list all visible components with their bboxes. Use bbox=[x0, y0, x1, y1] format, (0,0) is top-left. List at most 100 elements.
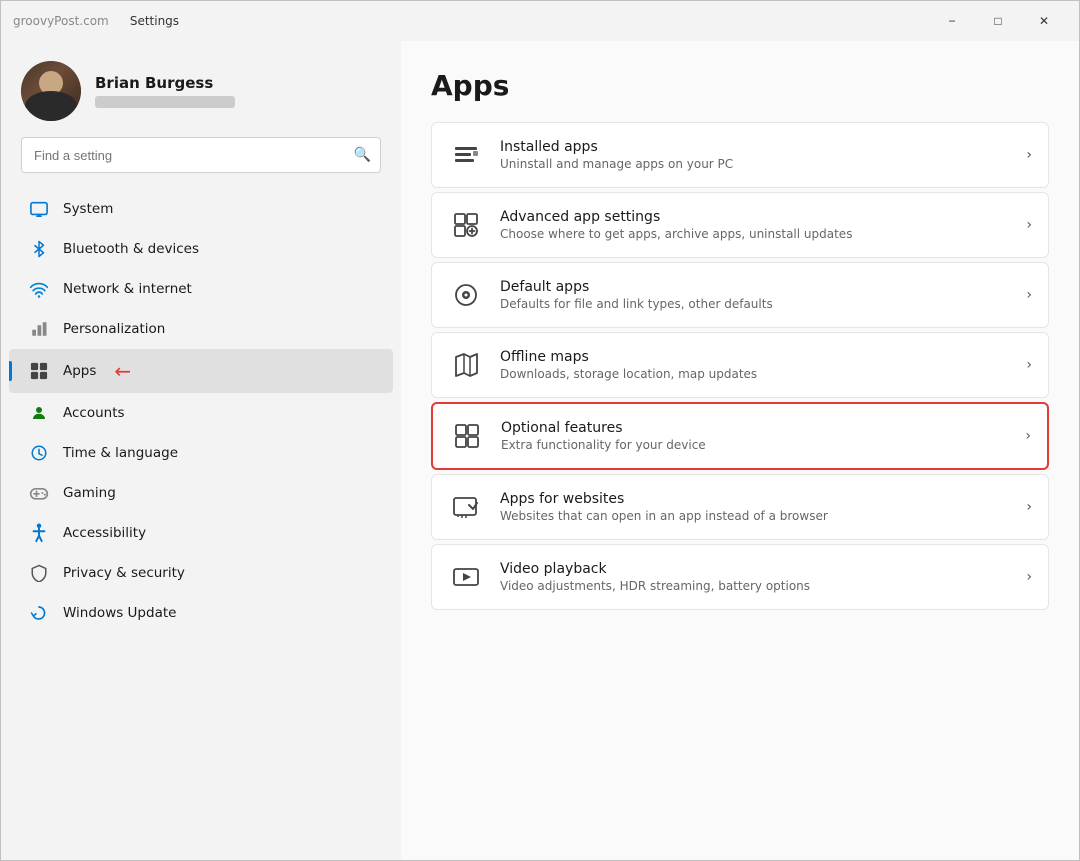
sidebar-item-accounts[interactable]: Accounts bbox=[9, 393, 393, 433]
installed-apps-item[interactable]: Installed apps Uninstall and manage apps… bbox=[431, 122, 1049, 188]
sidebar-item-windowsupdate-label: Windows Update bbox=[63, 605, 176, 621]
network-icon bbox=[29, 279, 49, 299]
window: groovyPost.com Settings − □ ✕ Brian Burg… bbox=[0, 0, 1080, 861]
user-name: Brian Burgess bbox=[95, 74, 235, 92]
advanced-app-settings-icon bbox=[448, 207, 484, 243]
installed-apps-desc: Uninstall and manage apps on your PC bbox=[500, 157, 1010, 171]
offline-maps-text: Offline maps Downloads, storage location… bbox=[500, 349, 1010, 381]
user-email bbox=[95, 96, 235, 108]
sidebar-item-accessibility-label: Accessibility bbox=[63, 525, 146, 541]
page-title: Apps bbox=[431, 69, 1049, 102]
search-input[interactable] bbox=[21, 137, 381, 173]
video-playback-desc: Video adjustments, HDR streaming, batter… bbox=[500, 579, 1010, 593]
titlebar: groovyPost.com Settings − □ ✕ bbox=[1, 1, 1079, 41]
content: Brian Burgess 🔍 bbox=[1, 41, 1079, 860]
watermark-text: groovyPost.com bbox=[13, 14, 109, 28]
default-apps-title: Default apps bbox=[500, 279, 1010, 295]
apps-for-websites-item[interactable]: Apps for websites Websites that can open… bbox=[431, 474, 1049, 540]
accessibility-icon bbox=[29, 523, 49, 543]
offline-maps-chevron: › bbox=[1026, 357, 1032, 373]
sidebar-item-time[interactable]: Time & language bbox=[9, 433, 393, 473]
installed-apps-icon bbox=[448, 137, 484, 173]
bluetooth-icon bbox=[29, 239, 49, 259]
video-playback-chevron: › bbox=[1026, 569, 1032, 585]
titlebar-left: groovyPost.com Settings bbox=[13, 12, 179, 31]
windowsupdate-icon bbox=[29, 603, 49, 623]
sidebar-item-accounts-label: Accounts bbox=[63, 405, 125, 421]
search-icon: 🔍 bbox=[354, 147, 371, 163]
video-playback-title: Video playback bbox=[500, 561, 1010, 577]
personalization-icon bbox=[29, 319, 49, 339]
default-apps-item[interactable]: Default apps Defaults for file and link … bbox=[431, 262, 1049, 328]
sidebar-item-apps-label: Apps bbox=[63, 363, 96, 379]
offline-maps-item[interactable]: Offline maps Downloads, storage location… bbox=[431, 332, 1049, 398]
privacy-icon bbox=[29, 563, 49, 583]
window-title: Settings bbox=[130, 14, 179, 28]
sidebar-item-system[interactable]: System bbox=[9, 189, 393, 229]
installed-apps-text: Installed apps Uninstall and manage apps… bbox=[500, 139, 1010, 171]
sidebar-item-privacy[interactable]: Privacy & security bbox=[9, 553, 393, 593]
apps-for-websites-chevron: › bbox=[1026, 499, 1032, 515]
maximize-button[interactable]: □ bbox=[975, 5, 1021, 37]
apps-for-websites-icon bbox=[448, 489, 484, 525]
sidebar-item-windowsupdate[interactable]: Windows Update bbox=[9, 593, 393, 633]
installed-apps-chevron: › bbox=[1026, 147, 1032, 163]
sidebar-item-bluetooth-label: Bluetooth & devices bbox=[63, 241, 199, 257]
avatar-image bbox=[21, 61, 81, 121]
optional-features-icon bbox=[449, 418, 485, 454]
sidebar-item-accessibility[interactable]: Accessibility bbox=[9, 513, 393, 553]
search-box: 🔍 bbox=[21, 137, 381, 173]
minimize-button[interactable]: − bbox=[929, 5, 975, 37]
system-icon bbox=[29, 199, 49, 219]
sidebar-item-time-label: Time & language bbox=[63, 445, 178, 461]
video-playback-icon bbox=[448, 559, 484, 595]
default-apps-desc: Defaults for file and link types, other … bbox=[500, 297, 1010, 311]
time-icon bbox=[29, 443, 49, 463]
sidebar: Brian Burgess 🔍 bbox=[1, 41, 401, 860]
optional-features-text: Optional features Extra functionality fo… bbox=[501, 420, 1009, 452]
sidebar-item-personalization-label: Personalization bbox=[63, 321, 165, 337]
sidebar-item-system-label: System bbox=[63, 201, 113, 217]
default-apps-chevron: › bbox=[1026, 287, 1032, 303]
advanced-app-settings-title: Advanced app settings bbox=[500, 209, 1010, 225]
offline-maps-icon bbox=[448, 347, 484, 383]
gaming-icon bbox=[29, 483, 49, 503]
default-apps-text: Default apps Defaults for file and link … bbox=[500, 279, 1010, 311]
avatar bbox=[21, 61, 81, 121]
optional-features-item[interactable]: Optional features Extra functionality fo… bbox=[431, 402, 1049, 470]
installed-apps-title: Installed apps bbox=[500, 139, 1010, 155]
advanced-app-settings-item[interactable]: Advanced app settings Choose where to ge… bbox=[431, 192, 1049, 258]
user-section: Brian Burgess bbox=[1, 41, 401, 137]
video-playback-text: Video playback Video adjustments, HDR st… bbox=[500, 561, 1010, 593]
sidebar-item-gaming-label: Gaming bbox=[63, 485, 116, 501]
optional-features-chevron: › bbox=[1025, 428, 1031, 444]
sidebar-item-personalization[interactable]: Personalization bbox=[9, 309, 393, 349]
main-content: Apps Installed apps Uninstall bbox=[401, 41, 1079, 860]
close-button[interactable]: ✕ bbox=[1021, 5, 1067, 37]
default-apps-icon bbox=[448, 277, 484, 313]
sidebar-item-privacy-label: Privacy & security bbox=[63, 565, 185, 581]
apps-arrow-indicator: ← bbox=[114, 359, 131, 383]
accounts-icon bbox=[29, 403, 49, 423]
apps-for-websites-desc: Websites that can open in an app instead… bbox=[500, 509, 1010, 523]
advanced-app-settings-desc: Choose where to get apps, archive apps, … bbox=[500, 227, 1010, 241]
apps-for-websites-text: Apps for websites Websites that can open… bbox=[500, 491, 1010, 523]
apps-for-websites-title: Apps for websites bbox=[500, 491, 1010, 507]
sidebar-item-bluetooth[interactable]: Bluetooth & devices bbox=[9, 229, 393, 269]
optional-features-desc: Extra functionality for your device bbox=[501, 438, 1009, 452]
sidebar-item-network-label: Network & internet bbox=[63, 281, 192, 297]
video-playback-item[interactable]: Video playback Video adjustments, HDR st… bbox=[431, 544, 1049, 610]
user-info: Brian Burgess bbox=[95, 74, 235, 108]
offline-maps-title: Offline maps bbox=[500, 349, 1010, 365]
sidebar-item-gaming[interactable]: Gaming bbox=[9, 473, 393, 513]
apps-icon bbox=[29, 361, 49, 381]
advanced-app-settings-chevron: › bbox=[1026, 217, 1032, 233]
titlebar-controls: − □ ✕ bbox=[929, 5, 1067, 37]
offline-maps-desc: Downloads, storage location, map updates bbox=[500, 367, 1010, 381]
advanced-app-settings-text: Advanced app settings Choose where to ge… bbox=[500, 209, 1010, 241]
settings-list: Installed apps Uninstall and manage apps… bbox=[431, 122, 1049, 610]
sidebar-item-apps[interactable]: Apps ← bbox=[9, 349, 393, 393]
nav-items: System Bluetooth & devices bbox=[1, 185, 401, 637]
optional-features-title: Optional features bbox=[501, 420, 1009, 436]
sidebar-item-network[interactable]: Network & internet bbox=[9, 269, 393, 309]
